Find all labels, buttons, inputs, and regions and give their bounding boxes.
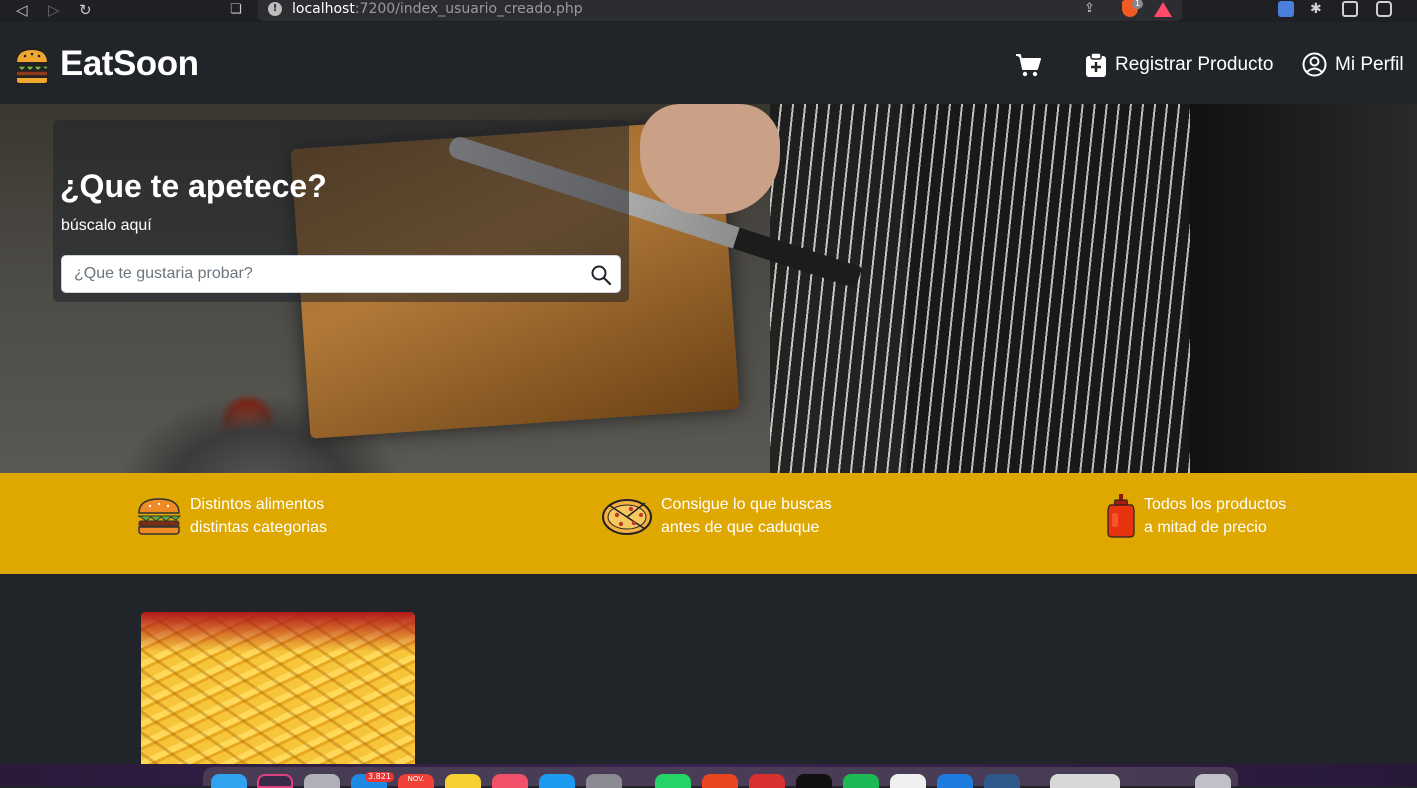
- feature-line-1: Distintos alimentos: [190, 496, 325, 513]
- chef-apron-photo: [770, 104, 1190, 473]
- product-photo-rim: [141, 612, 415, 652]
- translate-extension-icon[interactable]: [1278, 1, 1294, 17]
- search-input[interactable]: [62, 256, 582, 292]
- extensions-icon[interactable]: ✱: [1310, 1, 1326, 17]
- feature-item: Consigue lo que buscas antes de que cadu…: [601, 493, 832, 539]
- system-dock: 3.821 NOV.: [0, 764, 1417, 788]
- bookmark-icon[interactable]: ❏: [230, 1, 242, 19]
- ketchup-icon: [1107, 494, 1135, 538]
- feature-line-1: Todos los productos: [1144, 496, 1287, 513]
- user-circle-icon: [1302, 52, 1327, 77]
- back-icon[interactable]: ◁: [16, 1, 28, 19]
- chef-hand-photo: [640, 104, 780, 214]
- register-product-label: Registrar Producto: [1115, 54, 1274, 75]
- product-card-image[interactable]: [141, 612, 415, 772]
- feature-line-2: antes de que caduque: [661, 519, 820, 536]
- share-icon[interactable]: ⇪: [1084, 1, 1095, 16]
- forward-icon[interactable]: ▷: [48, 1, 60, 19]
- feature-line-2: a mitad de precio: [1144, 519, 1267, 536]
- search-bar: [61, 255, 621, 293]
- clipboard-plus-icon: [1086, 52, 1106, 77]
- url-text[interactable]: localhost:7200/index_usuario_creado.php: [292, 0, 583, 18]
- feature-line-1: Consigue lo que buscas: [661, 496, 832, 513]
- mail-badge: 3.821: [365, 772, 394, 782]
- browser-toolbar: ◁ ▷ ↻ ❏ ! localhost:7200/index_usuario_c…: [0, 0, 1417, 22]
- burger-icon: [137, 498, 182, 535]
- search-icon[interactable]: [590, 264, 612, 286]
- brand-name[interactable]: EatSoon: [60, 42, 199, 86]
- register-product-link[interactable]: Registrar Producto: [1085, 52, 1273, 78]
- hero-banner: ¿Que te apetece? búscalo aquí: [0, 104, 1417, 473]
- my-profile-link[interactable]: Mi Perfil: [1302, 52, 1404, 77]
- kitchen-background-photo: [1190, 104, 1417, 473]
- wallet-icon[interactable]: [1376, 1, 1392, 17]
- hero-subtitle: búscalo aquí: [61, 217, 152, 234]
- feature-item: Distintos alimentos distintas categorias: [136, 493, 327, 539]
- sidebar-toggle-icon[interactable]: [1342, 1, 1358, 17]
- info-icon[interactable]: !: [268, 2, 282, 16]
- address-bar[interactable]: ! localhost:7200/index_usuario_creado.ph…: [258, 0, 1182, 21]
- site-header: EatSoon Registrar Producto Mi Perfil: [0, 22, 1417, 104]
- cart-icon[interactable]: [1015, 52, 1041, 78]
- reload-icon[interactable]: ↻: [79, 1, 92, 19]
- products-section: [0, 574, 1417, 772]
- feature-line-2: distintas categorias: [190, 519, 327, 536]
- hero-title: ¿Que te apetece?: [60, 168, 327, 204]
- burger-logo-icon[interactable]: [13, 46, 51, 86]
- brave-shields-badge: 1: [1132, 0, 1144, 9]
- brave-rewards-icon[interactable]: [1154, 2, 1172, 17]
- features-band: Distintos alimentos distintas categorias…: [0, 473, 1417, 574]
- feature-item: Todos los productos a mitad de precio: [1106, 493, 1286, 539]
- pizza-icon: [602, 499, 652, 535]
- my-profile-label: Mi Perfil: [1335, 53, 1404, 75]
